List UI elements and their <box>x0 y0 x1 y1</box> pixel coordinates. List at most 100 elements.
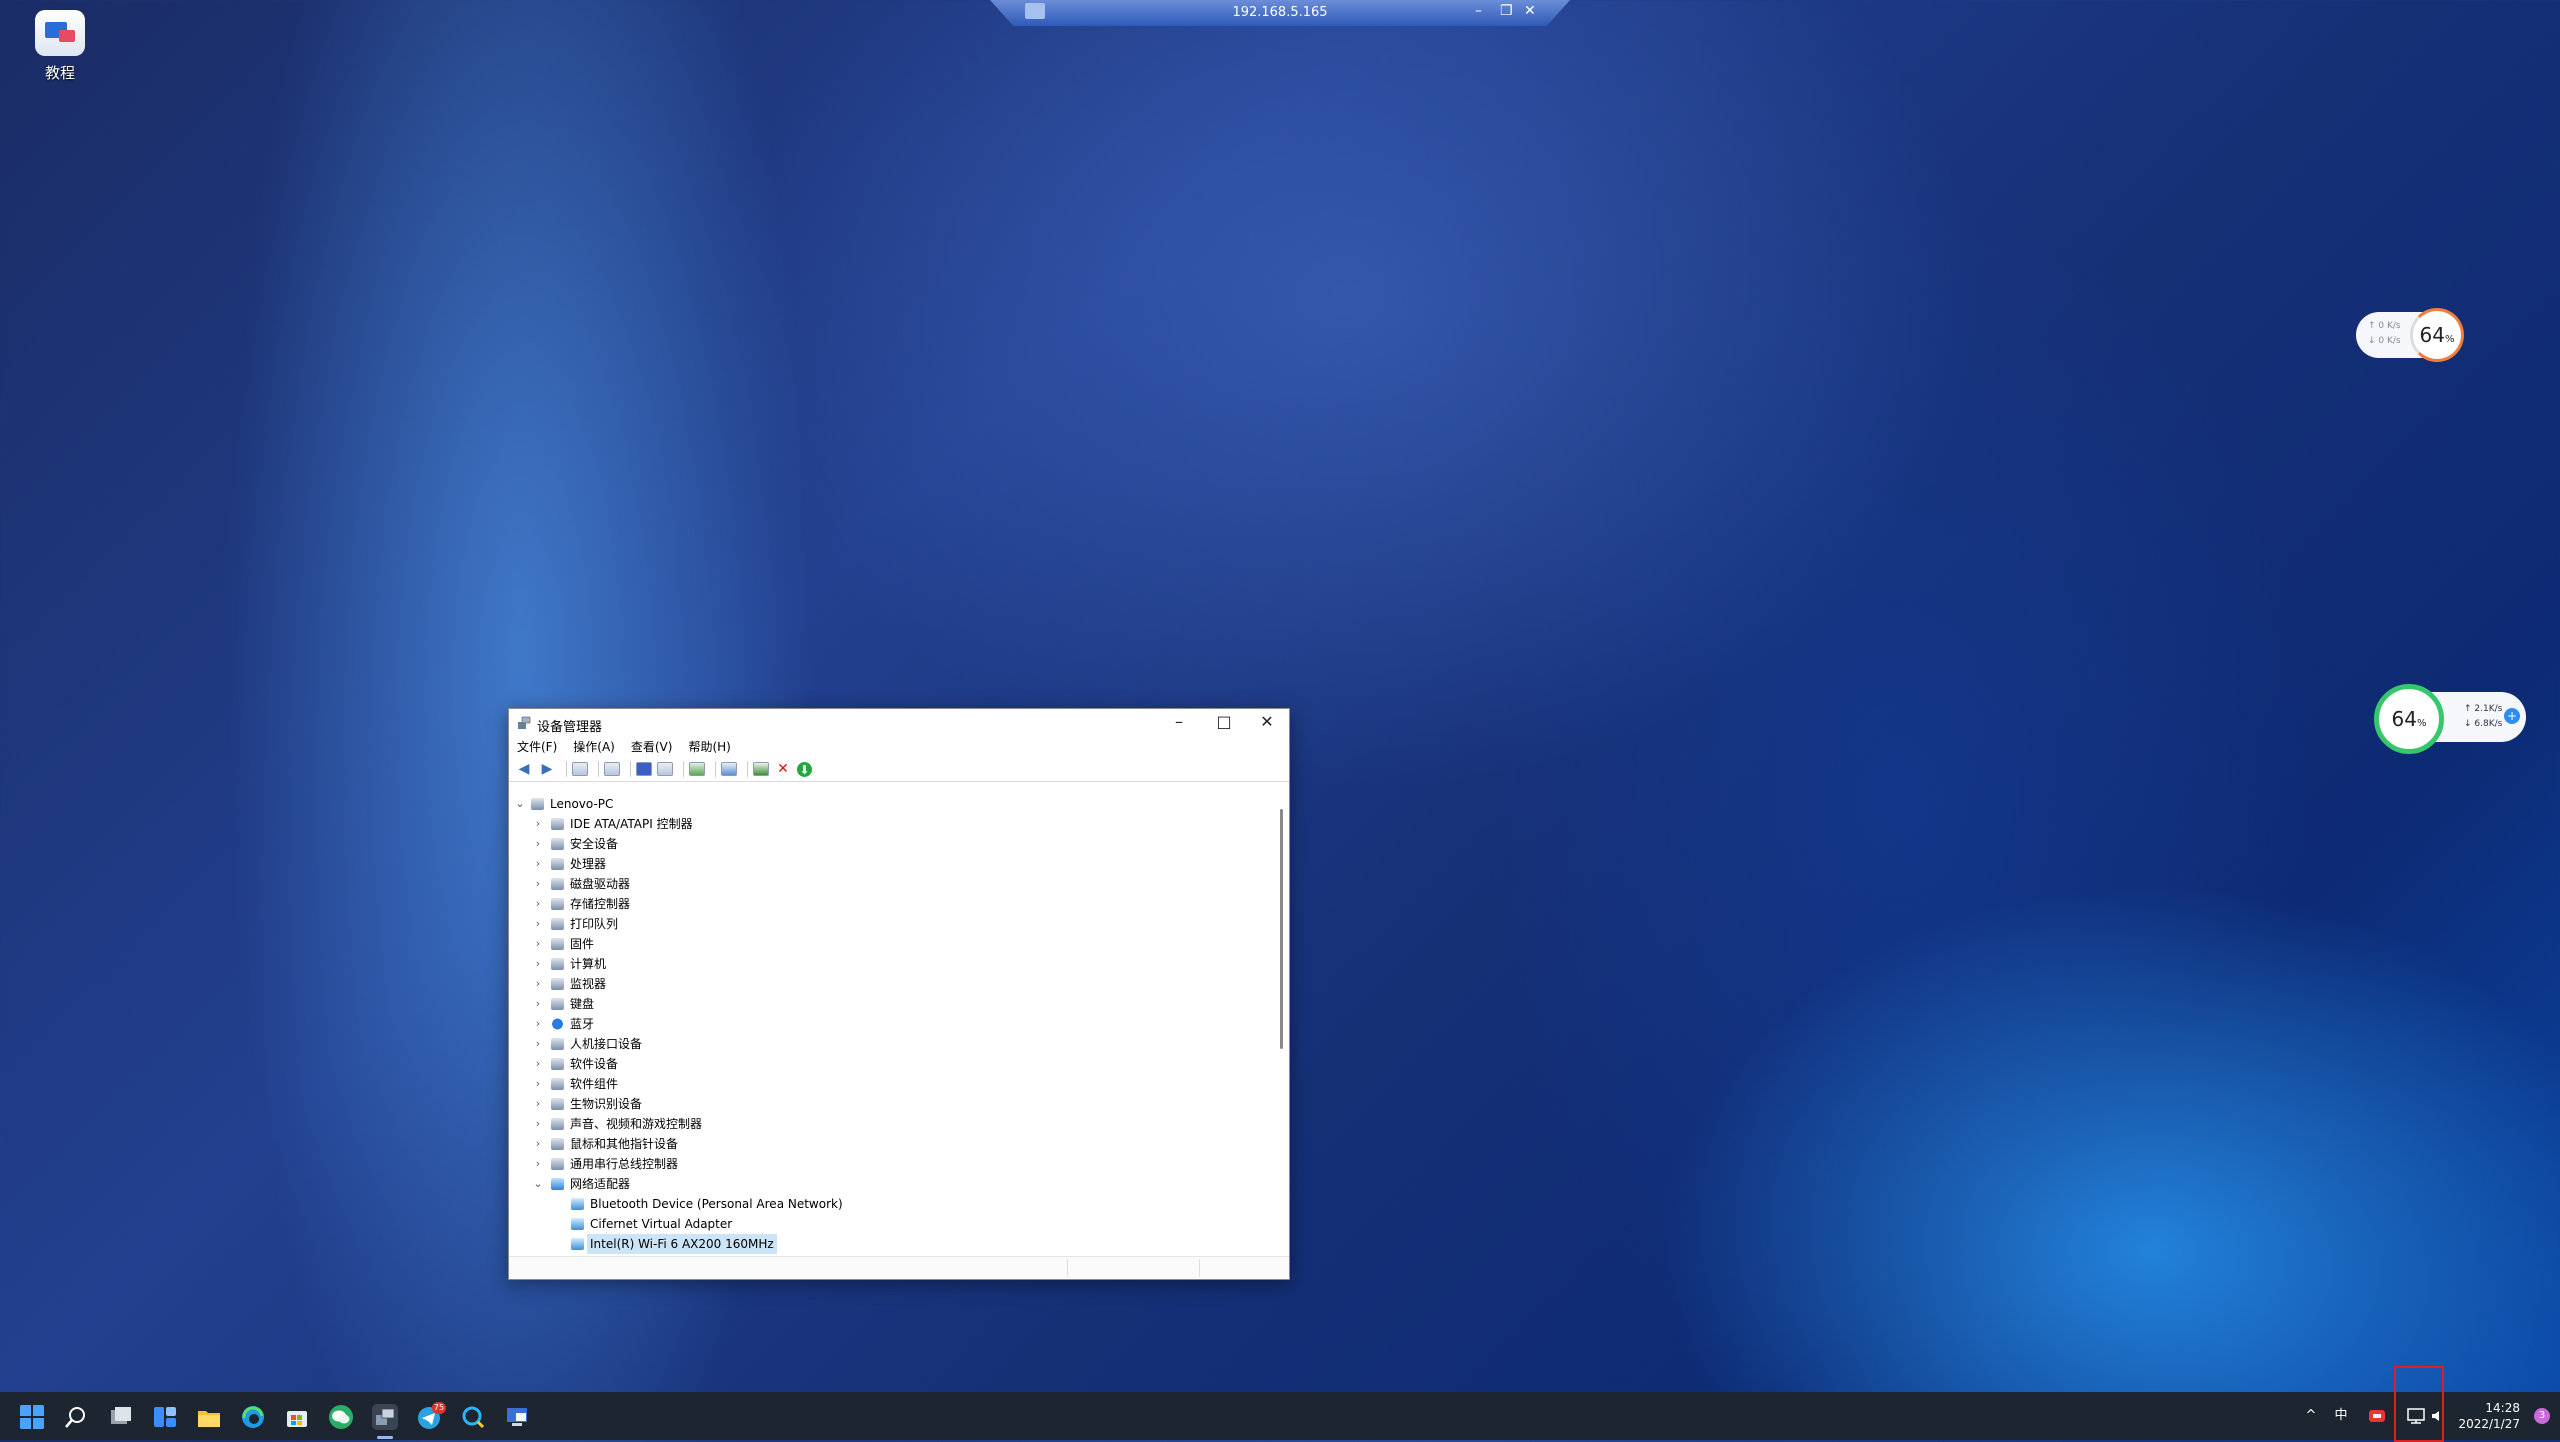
tree-category[interactable]: › 鼠标和其他指针设备 <box>509 1134 1272 1154</box>
notification-center-badge[interactable]: 3 <box>2534 1408 2550 1424</box>
tree-category[interactable]: › 键盘 <box>509 994 1272 1014</box>
device-category-icon <box>551 818 564 830</box>
tree-category[interactable]: › 蓝牙 <box>509 1014 1272 1034</box>
memory-usage-ring: 64% <box>2410 308 2464 362</box>
tree-category[interactable]: › 软件组件 <box>509 1074 1272 1094</box>
tree-category[interactable]: › IDE ATA/ATAPI 控制器 <box>509 814 1272 834</box>
system-clock[interactable]: 14:28 2022/1/27 <box>2458 1400 2520 1432</box>
collapsed-chevron-icon[interactable]: › <box>533 894 543 914</box>
tray-overflow-chevron[interactable]: ^ <box>2300 1392 2322 1440</box>
collapsed-chevron-icon[interactable]: › <box>533 994 543 1014</box>
rdp-minimize-button[interactable]: – <box>1475 3 1482 19</box>
add-legacy-hardware-icon[interactable]: ⬇ <box>797 761 812 777</box>
tree-network-adapter[interactable]: Bluetooth Device (Personal Area Network) <box>509 1194 1272 1214</box>
edge-browser-icon[interactable] <box>240 1404 266 1430</box>
menu-file[interactable]: 文件(F) <box>517 737 557 757</box>
tree-category[interactable]: › 固件 <box>509 934 1272 954</box>
network-speed-widget-side[interactable]: 64% ↑ 2.1K/s ↓ 6.8K/s + <box>2374 684 2526 754</box>
collapsed-chevron-icon[interactable]: › <box>533 854 543 874</box>
scan-hardware-icon[interactable] <box>721 762 737 776</box>
rdp-restore-button[interactable]: ❐ <box>1500 3 1513 19</box>
desktop-icon-tutorial[interactable]: 教程 <box>30 10 90 83</box>
enable-device-icon[interactable] <box>753 762 769 776</box>
collapsed-chevron-icon[interactable]: › <box>533 874 543 894</box>
collapsed-chevron-icon[interactable]: › <box>533 974 543 994</box>
task-view-icon[interactable] <box>108 1404 134 1430</box>
title-bar[interactable]: 设备管理器 – □ ✕ <box>509 709 1289 737</box>
tray-app-icon[interactable] <box>2368 1408 2386 1424</box>
collapsed-chevron-icon[interactable]: › <box>533 814 543 834</box>
close-button[interactable]: ✕ <box>1247 712 1287 734</box>
collapsed-chevron-icon[interactable]: › <box>533 954 543 974</box>
toolbar-divider <box>630 761 631 777</box>
tree-category[interactable]: › 声音、视频和游戏控制器 <box>509 1114 1272 1134</box>
taskbar: 75 ^ 中 14:28 2022/1/27 3 <box>0 1392 2560 1440</box>
tree-category[interactable]: › 监视器 <box>509 974 1272 994</box>
menu-view[interactable]: 查看(V) <box>631 737 673 757</box>
collapsed-chevron-icon[interactable]: › <box>533 1014 543 1034</box>
tree-network-adapter[interactable]: Cifernet Virtual Adapter <box>509 1214 1272 1234</box>
widgets-icon[interactable] <box>152 1404 178 1430</box>
network-speed-widget[interactable]: ↑ 0 K/s ↓ 0 K/s 64% <box>2356 308 2464 362</box>
input-method-indicator[interactable]: 中 <box>2330 1392 2352 1440</box>
tree-root-computer[interactable]: ⌄ Lenovo-PC <box>509 794 1272 814</box>
minimize-button[interactable]: – <box>1159 712 1199 734</box>
device-manager-window: 设备管理器 – □ ✕ 文件(F) 操作(A) 查看(V) 帮助(H) ◀ ▶ … <box>508 708 1290 1280</box>
collapsed-chevron-icon[interactable]: › <box>533 1134 543 1154</box>
expanded-chevron-icon[interactable]: ⌄ <box>533 1174 543 1194</box>
help-icon[interactable] <box>636 762 652 776</box>
tree-category[interactable]: › 存储控制器 <box>509 894 1272 914</box>
tree-category[interactable]: › 计算机 <box>509 954 1272 974</box>
device-category-icon <box>551 858 564 870</box>
status-divider <box>1199 1259 1200 1277</box>
collapsed-chevron-icon[interactable]: › <box>533 834 543 854</box>
device-category-icon <box>551 1058 564 1070</box>
tree-category[interactable]: › 生物识别设备 <box>509 1094 1272 1114</box>
tree-category[interactable]: › 通用串行总线控制器 <box>509 1154 1272 1174</box>
device-tree[interactable]: ⌄ Lenovo-PC › IDE ATA/ATAPI 控制器 › 安全设备 › 处理器 › 磁盘… <box>509 794 1272 1254</box>
rdp-close-button[interactable]: ✕ <box>1524 3 1536 19</box>
tree-item-label: 软件组件 <box>570 1077 619 1091</box>
device-manager-taskbar-icon[interactable] <box>372 1404 398 1430</box>
maximize-button[interactable]: □ <box>1204 712 1244 734</box>
search-icon[interactable] <box>63 1404 89 1430</box>
store-icon[interactable] <box>284 1404 310 1430</box>
back-arrow-icon[interactable]: ◀ <box>515 761 533 777</box>
tree-category[interactable]: › 打印队列 <box>509 914 1272 934</box>
view-icon[interactable] <box>657 762 673 776</box>
tree-category[interactable]: › 人机接口设备 <box>509 1034 1272 1054</box>
menu-help[interactable]: 帮助(H) <box>688 737 730 757</box>
tree-category[interactable]: › 磁盘驱动器 <box>509 874 1272 894</box>
tree-category[interactable]: › 安全设备 <box>509 834 1272 854</box>
collapsed-chevron-icon[interactable]: › <box>533 1054 543 1074</box>
uninstall-device-icon[interactable]: ✕ <box>774 761 792 777</box>
tree-network-adapter[interactable]: Intel(R) Wi-Fi 6 AX200 160MHz <box>509 1234 1272 1254</box>
collapsed-chevron-icon[interactable]: › <box>533 1034 543 1054</box>
collapsed-chevron-icon[interactable]: › <box>533 1094 543 1114</box>
collapsed-chevron-icon[interactable]: › <box>533 1114 543 1134</box>
tree-item-label: Lenovo-PC <box>550 797 614 811</box>
wechat-icon[interactable] <box>328 1404 354 1430</box>
device-category-icon <box>551 978 564 990</box>
collapsed-chevron-icon[interactable]: › <box>533 914 543 934</box>
windows-start-icon[interactable] <box>19 1404 45 1430</box>
tree-category[interactable]: ⌄ 网络适配器 <box>509 1174 1272 1194</box>
expand-button[interactable]: + <box>2504 708 2520 724</box>
search-app-icon[interactable] <box>460 1404 486 1430</box>
vertical-scrollbar[interactable] <box>1280 809 1283 1049</box>
file-explorer-icon[interactable] <box>196 1404 222 1430</box>
properties-icon[interactable] <box>604 762 620 776</box>
tree-item-label: 打印队列 <box>570 917 619 931</box>
forward-arrow-icon[interactable]: ▶ <box>538 761 556 777</box>
collapsed-chevron-icon[interactable]: › <box>533 934 543 954</box>
collapsed-chevron-icon[interactable]: › <box>533 1074 543 1094</box>
show-hide-tree-icon[interactable] <box>572 762 588 776</box>
computer-icon <box>531 798 544 810</box>
remote-desktop-icon[interactable] <box>504 1404 530 1430</box>
tree-category[interactable]: › 处理器 <box>509 854 1272 874</box>
update-driver-icon[interactable] <box>689 762 705 776</box>
tree-category[interactable]: › 软件设备 <box>509 1054 1272 1074</box>
collapsed-chevron-icon[interactable]: › <box>533 1154 543 1174</box>
menu-action[interactable]: 操作(A) <box>573 737 615 757</box>
expanded-chevron-icon[interactable]: ⌄ <box>515 794 525 814</box>
